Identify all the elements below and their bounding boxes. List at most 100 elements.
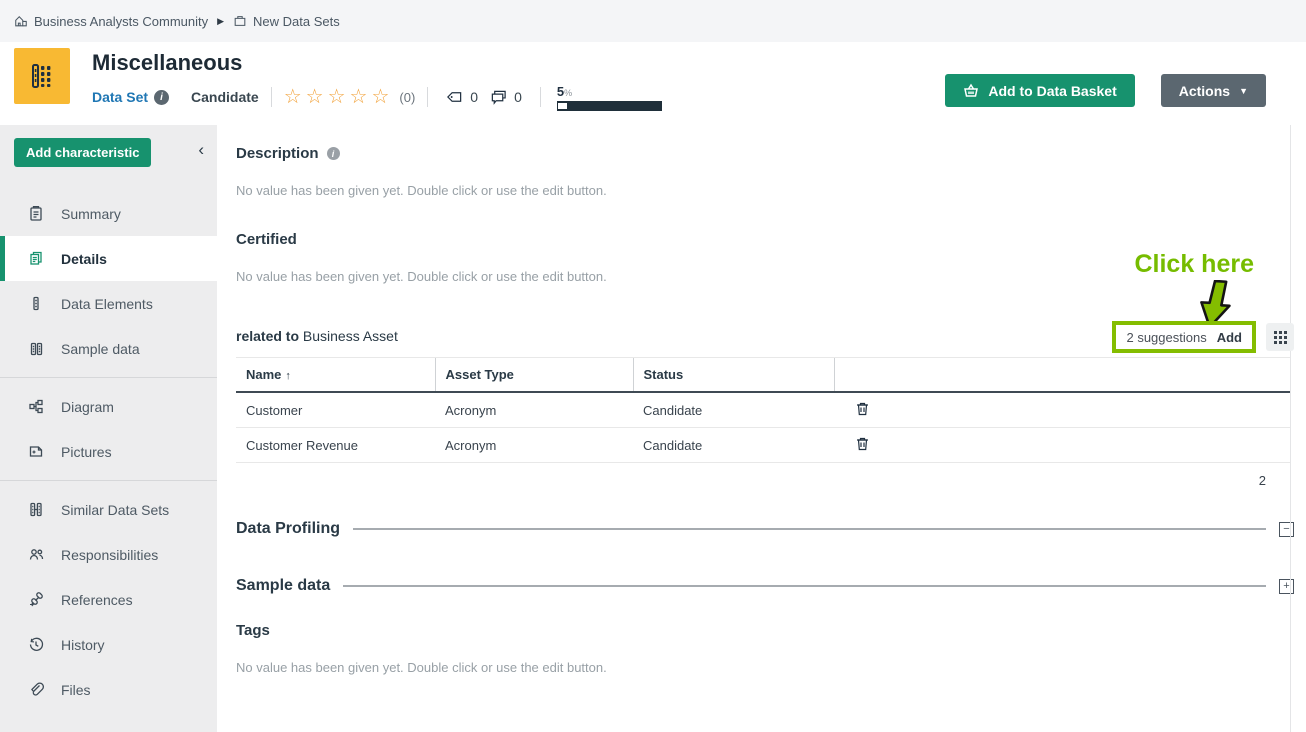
certified-heading: Certified [236, 231, 1294, 248]
chevron-down-icon: ▼ [1239, 86, 1248, 96]
divider [271, 87, 272, 107]
sidebar-item-label: Data Elements [61, 296, 153, 312]
sidebar-item-files[interactable]: Files [0, 667, 217, 712]
column-icon [27, 295, 45, 312]
table-row[interactable]: Customer Acronym Candidate [236, 392, 1290, 428]
table-row-count: 2 [236, 463, 1290, 488]
asset-type-info-icon[interactable]: i [154, 90, 169, 105]
comments-icon [490, 89, 507, 105]
sidebar-item-label: Files [61, 682, 91, 698]
actions-button[interactable]: Actions ▼ [1161, 74, 1266, 107]
clipboard-icon [27, 205, 45, 222]
cell-status: Candidate [633, 392, 834, 428]
main-content: Description i No value has been given ye… [217, 125, 1306, 732]
add-label[interactable]: Add [1217, 330, 1242, 345]
link-icon [27, 591, 45, 608]
progress-unit: % [564, 88, 572, 98]
sidebar-item-label: References [61, 592, 133, 608]
people-icon [27, 546, 45, 563]
section-rule [343, 585, 1266, 587]
sidebar: Add characteristic ‹ Summary [0, 125, 217, 732]
sidebar-item-details[interactable]: Details [0, 236, 217, 281]
column-header-asset-type[interactable]: Asset Type [435, 358, 633, 393]
breadcrumb-community-label: Business Analysts Community [34, 14, 208, 29]
community-icon [14, 14, 28, 28]
breadcrumb-community-link[interactable]: Business Analysts Community [14, 14, 208, 29]
sidebar-item-label: Similar Data Sets [61, 502, 169, 518]
table-icon [27, 340, 45, 357]
tag-icon [446, 90, 463, 104]
sidebar-item-responsibilities[interactable]: Responsibilities [0, 532, 217, 577]
asset-type-link[interactable]: Data Set [92, 89, 148, 105]
column-header-actions [834, 358, 1290, 393]
cell-name[interactable]: Customer Revenue [236, 428, 435, 463]
sidebar-item-label: Sample data [61, 341, 140, 357]
sidebar-item-similar-data-sets[interactable]: Similar Data Sets [0, 487, 217, 532]
sample-data-section-header: Sample data + [236, 577, 1294, 595]
delete-relation-button[interactable] [844, 401, 869, 416]
sort-up-icon: ↑ [285, 370, 291, 382]
tags-counter[interactable]: 0 [446, 89, 478, 105]
description-heading: Description i [236, 145, 1294, 162]
collapse-section-button[interactable]: − [1279, 522, 1294, 537]
sidebar-item-diagram[interactable]: Diagram [0, 384, 217, 429]
sample-data-heading: Sample data [236, 577, 330, 595]
sidebar-item-pictures[interactable]: Pictures [0, 429, 217, 474]
tags-heading: Tags [236, 622, 1294, 639]
diagram-icon [27, 398, 45, 415]
description-info-icon[interactable]: i [327, 147, 340, 160]
delete-relation-button[interactable] [844, 436, 869, 451]
add-to-basket-label: Add to Data Basket [988, 83, 1116, 99]
sidebar-item-label: Responsibilities [61, 547, 158, 563]
tags-empty-value[interactable]: No value has been given yet. Double clic… [236, 660, 1294, 675]
sidebar-item-label: Details [61, 251, 107, 267]
sidebar-item-summary[interactable]: Summary [0, 191, 217, 236]
page-title: Miscellaneous [92, 50, 662, 76]
app-window: Business Analysts Community ▶ New Data S… [0, 0, 1306, 732]
sidebar-item-label: History [61, 637, 105, 653]
paperclip-icon [27, 681, 45, 698]
sidebar-collapse-icon[interactable]: ‹ [198, 141, 204, 158]
sidebar-item-label: Summary [61, 206, 121, 222]
suggestions-add-button[interactable]: 2 suggestions Add [1112, 321, 1256, 353]
status-badge: Candidate [191, 89, 259, 105]
cell-asset-type: Acronym [435, 428, 633, 463]
sidebar-item-label: Pictures [61, 444, 112, 460]
actions-label: Actions [1179, 83, 1230, 99]
breadcrumb-domain-link[interactable]: New Data Sets [233, 14, 340, 29]
expand-section-button[interactable]: + [1279, 579, 1294, 594]
divider [427, 87, 428, 107]
column-header-name[interactable]: Name↑ [236, 358, 435, 393]
sidebar-item-sample-data[interactable]: Sample data [0, 326, 217, 371]
section-rule [353, 528, 1266, 530]
cell-name[interactable]: Customer [236, 392, 435, 428]
domain-icon [233, 14, 247, 28]
picture-icon [27, 443, 45, 460]
data-profiling-section-header: Data Profiling − [236, 520, 1294, 538]
table-row[interactable]: Customer Revenue Acronym Candidate [236, 428, 1290, 463]
basket-icon [963, 83, 979, 98]
sidebar-item-data-elements[interactable]: Data Elements [0, 281, 217, 326]
divider [540, 87, 541, 107]
rating-count: (0) [399, 90, 415, 105]
data-profiling-heading: Data Profiling [236, 520, 340, 538]
column-header-status[interactable]: Status [633, 358, 834, 393]
add-characteristic-button[interactable]: Add characteristic [14, 138, 151, 167]
asset-header: Miscellaneous Data Set i Candidate ☆☆☆☆☆… [0, 42, 1306, 125]
sidebar-divider [0, 480, 217, 481]
table-settings-grid-button[interactable] [1266, 323, 1294, 351]
description-empty-value[interactable]: No value has been given yet. Double clic… [236, 183, 1294, 198]
comments-counter[interactable]: 0 [490, 89, 522, 105]
breadcrumb-caret-icon: ▶ [217, 16, 224, 27]
related-assets-table: Name↑ Asset Type Status Customer Acronym… [236, 357, 1290, 463]
pages-icon [27, 250, 45, 267]
rating-stars[interactable]: ☆☆☆☆☆ [284, 87, 394, 107]
add-to-data-basket-button[interactable]: Add to Data Basket [945, 74, 1134, 107]
sidebar-item-references[interactable]: References [0, 577, 217, 622]
cell-asset-type: Acronym [435, 392, 633, 428]
sidebar-item-history[interactable]: History [0, 622, 217, 667]
suggestions-count-label: 2 suggestions [1126, 330, 1206, 345]
cell-status: Candidate [633, 428, 834, 463]
dataset-asset-icon [14, 48, 70, 104]
sidebar-item-label: Diagram [61, 399, 114, 415]
